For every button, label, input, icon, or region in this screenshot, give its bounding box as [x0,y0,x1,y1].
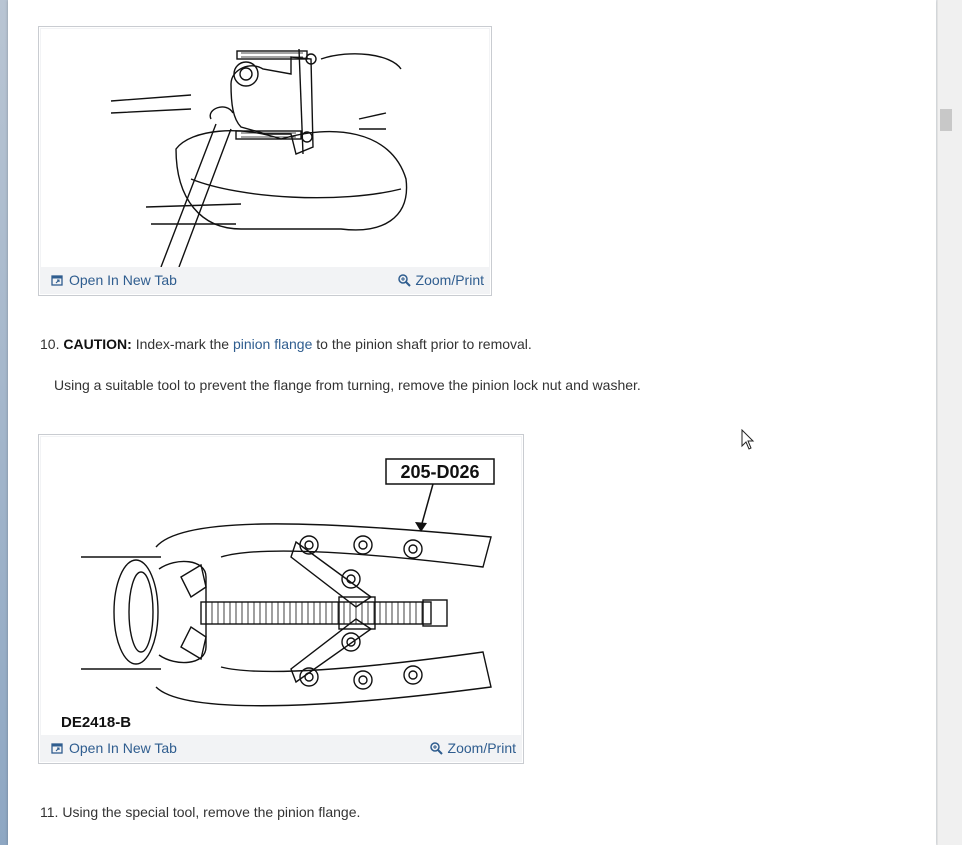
step-11-text: Using the special tool, remove the pinio… [62,804,361,820]
figure-code-label: DE2418-B [61,714,131,731]
figure-1-open-label: Open In New Tab [69,272,177,288]
figure-1-image [41,29,489,267]
caution-label: CAUTION: [63,336,132,352]
step-10-detail: Using a suitable tool to prevent the fla… [54,377,641,393]
figure-2-image: 205-D026 DE2418-B [41,437,521,735]
zoom-icon [429,741,443,755]
zoom-icon [397,273,411,287]
step-10-text-after: to the pinion shaft prior to removal. [316,336,532,352]
window-left-edge [0,0,8,845]
open-new-tab-icon [51,742,63,754]
step-10-text-before: Index-mark the [135,336,230,352]
step-10-number: 10. [40,336,60,352]
mouse-cursor-icon [741,429,755,450]
figure-2-zoom-label: Zoom/Print [447,740,516,756]
figure-1-zoom-print-link[interactable]: Zoom/Print [397,272,484,288]
pinion-flange-link[interactable]: pinion flange [233,336,312,352]
figure-1: Open In New Tab Zoom/Print [38,26,492,296]
step-10-line: 10. CAUTION: Index-mark the pinion flang… [40,336,532,352]
pinion-nut-illustration [110,48,408,267]
open-new-tab-icon [51,274,63,286]
figure-1-zoom-label: Zoom/Print [415,272,484,288]
figure-2-open-new-tab-link[interactable]: Open In New Tab [51,740,177,756]
figure-2-toolbar: Open In New Tab Zoom/Print [41,735,521,761]
vertical-scrollbar[interactable] [937,0,962,845]
puller-tool-illustration: 205-D026 DE2418-B [61,458,495,731]
tool-callout-text: 205-D026 [400,462,479,482]
content-page: Open In New Tab Zoom/Print 10. CAUTION: … [8,0,936,845]
figure-2-open-label: Open In New Tab [69,740,177,756]
figure-1-toolbar: Open In New Tab Zoom/Print [41,267,489,293]
step-11-line: 11. Using the special tool, remove the p… [40,804,360,820]
figure-2-zoom-print-link[interactable]: Zoom/Print [429,740,516,756]
scrollbar-thumb[interactable] [940,109,952,131]
figure-2: 205-D026 DE2418-B Open In New Tab Zoom/P… [38,434,524,764]
step-11-number: 11. [40,804,59,820]
figure-1-open-new-tab-link[interactable]: Open In New Tab [51,272,177,288]
